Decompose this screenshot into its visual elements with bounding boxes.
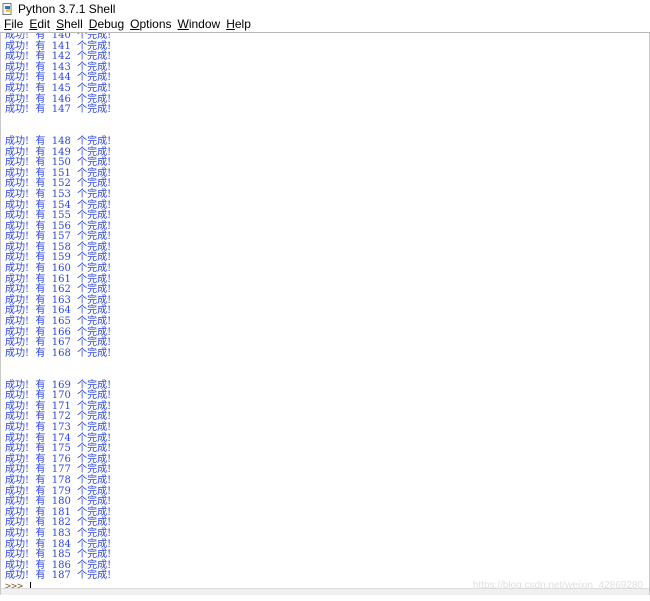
output-lines: 成功! 有 140 个完成! 成功! 有 141 个完成! 成功! 有 142 个完… bbox=[5, 33, 111, 593]
output-line: 成功! 有 168 个完成! bbox=[5, 347, 112, 359]
idle-shell-window: Python 3.7.1 Shell File Edit Shell Debug… bbox=[0, 0, 650, 601]
output-line: 成功! 有 178 个完成! bbox=[5, 474, 112, 486]
menu-edit[interactable]: Edit bbox=[29, 17, 50, 31]
menu-help[interactable]: Help bbox=[226, 17, 251, 31]
output-line: 成功! 有 147 个完成! bbox=[5, 104, 112, 116]
window-title: Python 3.7.1 Shell bbox=[18, 1, 116, 16]
menu-file[interactable]: File bbox=[4, 17, 23, 31]
menu-window[interactable]: Window bbox=[178, 17, 221, 31]
menu-debug[interactable]: Debug bbox=[89, 17, 124, 31]
shell-output-area[interactable]: 成功! 有 140 个完成! 成功! 有 141 个完成! 成功! 有 142 个完… bbox=[0, 33, 650, 595]
output-line: 成功! 有 183 个完成! bbox=[5, 527, 112, 539]
menu-bar: File Edit Shell Debug Options Window Hel… bbox=[0, 17, 650, 31]
output-line: 成功! 有 153 个完成! bbox=[5, 188, 112, 200]
menu-shell[interactable]: Shell bbox=[56, 17, 83, 31]
output-line: 成功! 有 145 个完成! bbox=[5, 82, 112, 94]
output-line: 成功! 有 148 个完成! bbox=[5, 135, 112, 147]
output-line: 成功! 有 173 个完成! bbox=[5, 421, 112, 433]
title-bar: Python 3.7.1 Shell bbox=[0, 0, 650, 17]
menu-options[interactable]: Options bbox=[130, 17, 171, 31]
python-idle-icon bbox=[2, 2, 14, 15]
horizontal-scrollbar[interactable] bbox=[1, 588, 649, 595]
